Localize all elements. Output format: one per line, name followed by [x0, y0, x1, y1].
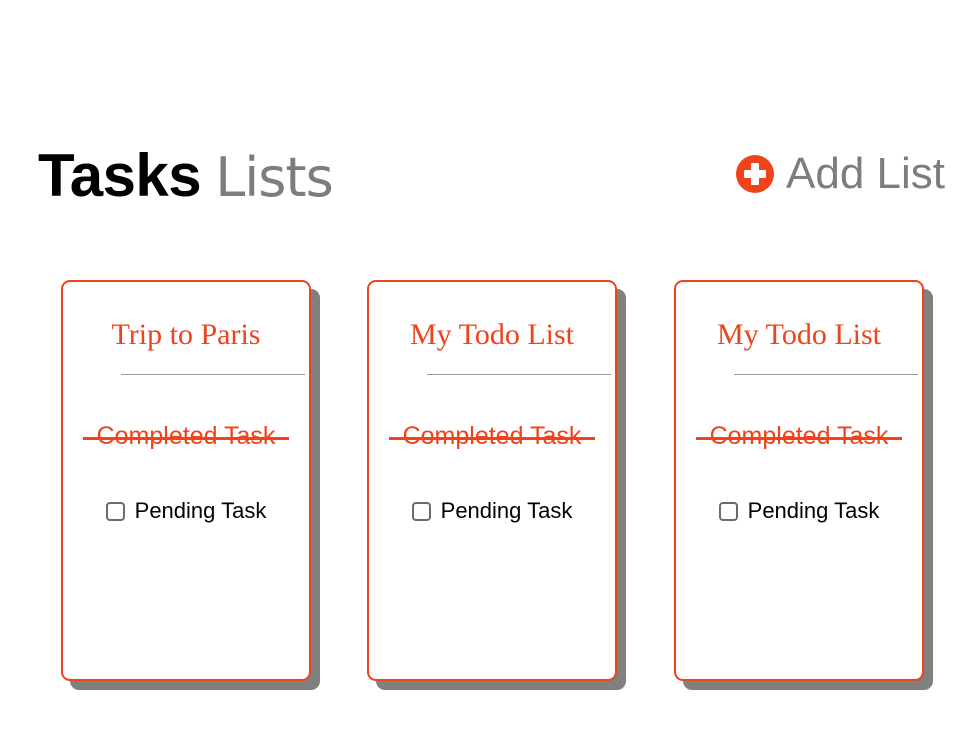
pending-task: Pending Task	[63, 498, 309, 524]
pending-task-label[interactable]: Pending Task	[135, 498, 267, 524]
completed-task[interactable]: Completed Task	[369, 422, 615, 451]
list-title[interactable]: Trip to Paris	[63, 318, 309, 352]
list-divider	[121, 374, 305, 375]
list-card: My Todo List Completed Task Pending Task	[367, 280, 617, 681]
task-checkbox[interactable]	[105, 501, 125, 521]
list-divider	[734, 374, 918, 375]
add-list-button[interactable]: Add List	[736, 152, 945, 196]
completed-task[interactable]: Completed Task	[676, 422, 922, 451]
pending-task-label[interactable]: Pending Task	[441, 498, 573, 524]
page-title-bold: Tasks	[38, 142, 202, 209]
list-title[interactable]: My Todo List	[676, 318, 922, 352]
list-card: My Todo List Completed Task Pending Task	[674, 280, 924, 681]
pending-task-label[interactable]: Pending Task	[748, 498, 880, 524]
page-title-light: Lists	[215, 146, 334, 209]
task-checkbox[interactable]	[718, 501, 738, 521]
page-title: Tasks Lists	[38, 146, 334, 209]
add-list-label: Add List	[786, 149, 945, 198]
pending-task: Pending Task	[369, 498, 615, 524]
list-title[interactable]: My Todo List	[369, 318, 615, 352]
page: Tasks Lists Add List Trip to Paris Comple…	[0, 0, 968, 750]
task-checkbox[interactable]	[411, 501, 431, 521]
list-divider	[427, 374, 611, 375]
pending-task: Pending Task	[676, 498, 922, 524]
completed-task[interactable]: Completed Task	[63, 422, 309, 451]
plus-circle-icon	[736, 155, 774, 193]
list-card: Trip to Paris Completed Task Pending Tas…	[61, 280, 311, 681]
